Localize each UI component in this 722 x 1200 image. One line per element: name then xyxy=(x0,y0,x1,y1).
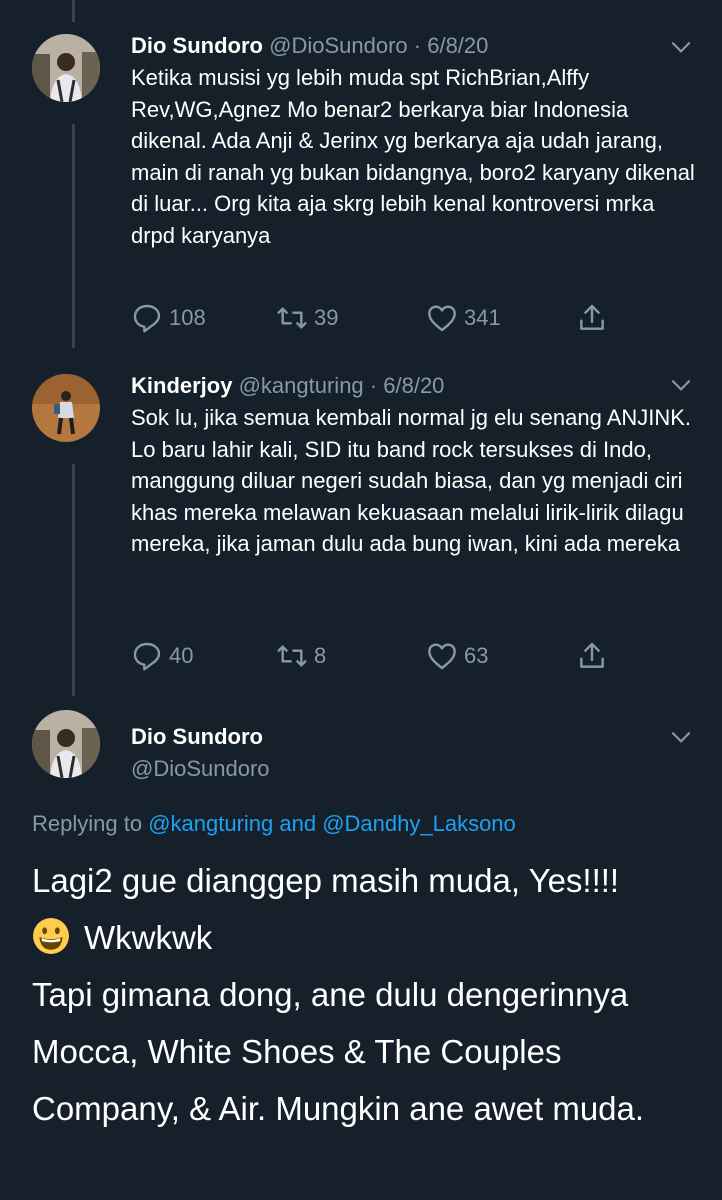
main-tweet-line: Wkwkwk xyxy=(32,909,702,966)
chevron-down-icon[interactable] xyxy=(668,724,694,750)
reply-count: 108 xyxy=(169,305,206,330)
reply-count: 40 xyxy=(169,643,194,668)
avatar-photo xyxy=(32,710,100,778)
replying-mentions-link[interactable]: @kangturing and @Dandhy_Laksono xyxy=(148,811,516,836)
chevron-down-icon[interactable] xyxy=(668,372,694,398)
thread-line-1 xyxy=(72,124,75,348)
thread-line-2 xyxy=(72,464,75,696)
replying-to: Replying to @kangturing and @Dandhy_Laks… xyxy=(32,811,516,837)
retweet-button[interactable]: 39 xyxy=(276,298,338,338)
like-button[interactable]: 63 xyxy=(426,636,488,676)
share-icon xyxy=(580,642,604,668)
tweet-actions: 108 39 341 xyxy=(131,298,651,338)
retweet-icon xyxy=(277,645,307,667)
main-tweet-line: Tapi gimana dong, ane dulu dengerinnya M… xyxy=(32,976,645,1127)
separator-dot: · xyxy=(413,33,422,58)
avatar[interactable] xyxy=(32,710,100,778)
reply-button[interactable]: 40 xyxy=(131,636,193,676)
separator-dot: · xyxy=(369,373,378,398)
share-button[interactable] xyxy=(576,636,614,676)
tweet-header: Kinderjoy @kangturing · 6/8/20 xyxy=(131,372,444,400)
tweet-header: Dio Sundoro @DioSundoro · 6/8/20 xyxy=(131,32,488,60)
display-name[interactable]: Kinderjoy xyxy=(131,373,232,398)
display-name[interactable]: Dio Sundoro xyxy=(131,724,263,750)
tweet-date[interactable]: 6/8/20 xyxy=(383,373,444,398)
reply-icon xyxy=(133,642,161,671)
display-name[interactable]: Dio Sundoro xyxy=(131,33,263,58)
user-handle[interactable]: @DioSundoro xyxy=(269,33,408,58)
user-handle[interactable]: @DioSundoro xyxy=(131,756,270,782)
main-tweet-text: Lagi2 gue dianggep masih muda, Yes!!!! W… xyxy=(32,852,702,1137)
like-button[interactable]: 341 xyxy=(426,298,501,338)
tweet-actions: 40 8 63 xyxy=(131,636,651,676)
retweet-count: 8 xyxy=(314,643,327,668)
retweet-count: 39 xyxy=(314,305,339,330)
heart-icon xyxy=(428,305,456,332)
like-count: 341 xyxy=(464,305,501,330)
avatar[interactable] xyxy=(32,374,100,442)
main-tweet-line: Lagi2 gue dianggep masih muda, Yes!!!! xyxy=(32,862,620,899)
thread-line-top xyxy=(72,0,75,22)
replying-prefix: Replying to xyxy=(32,811,143,836)
main-tweet-laugh: Wkwkwk xyxy=(84,919,213,956)
tweet-text: Ketika musisi yg lebih muda spt RichBria… xyxy=(131,65,695,248)
reply-button[interactable]: 108 xyxy=(131,298,206,338)
tweet-date[interactable]: 6/8/20 xyxy=(427,33,488,58)
chevron-down-icon[interactable] xyxy=(668,34,694,60)
reply-icon xyxy=(133,304,161,333)
share-icon xyxy=(580,304,604,330)
heart-icon xyxy=(428,643,456,670)
retweet-icon xyxy=(277,307,307,329)
avatar[interactable] xyxy=(32,34,100,102)
user-handle[interactable]: @kangturing xyxy=(239,373,364,398)
grinning-face-emoji xyxy=(33,918,69,954)
share-button[interactable] xyxy=(576,298,614,338)
tweet-text: Sok lu, jika semua kembali normal jg elu… xyxy=(131,405,692,556)
avatar-photo xyxy=(32,34,100,102)
retweet-button[interactable]: 8 xyxy=(276,636,326,676)
like-count: 63 xyxy=(464,643,489,668)
avatar-photo xyxy=(32,374,100,442)
